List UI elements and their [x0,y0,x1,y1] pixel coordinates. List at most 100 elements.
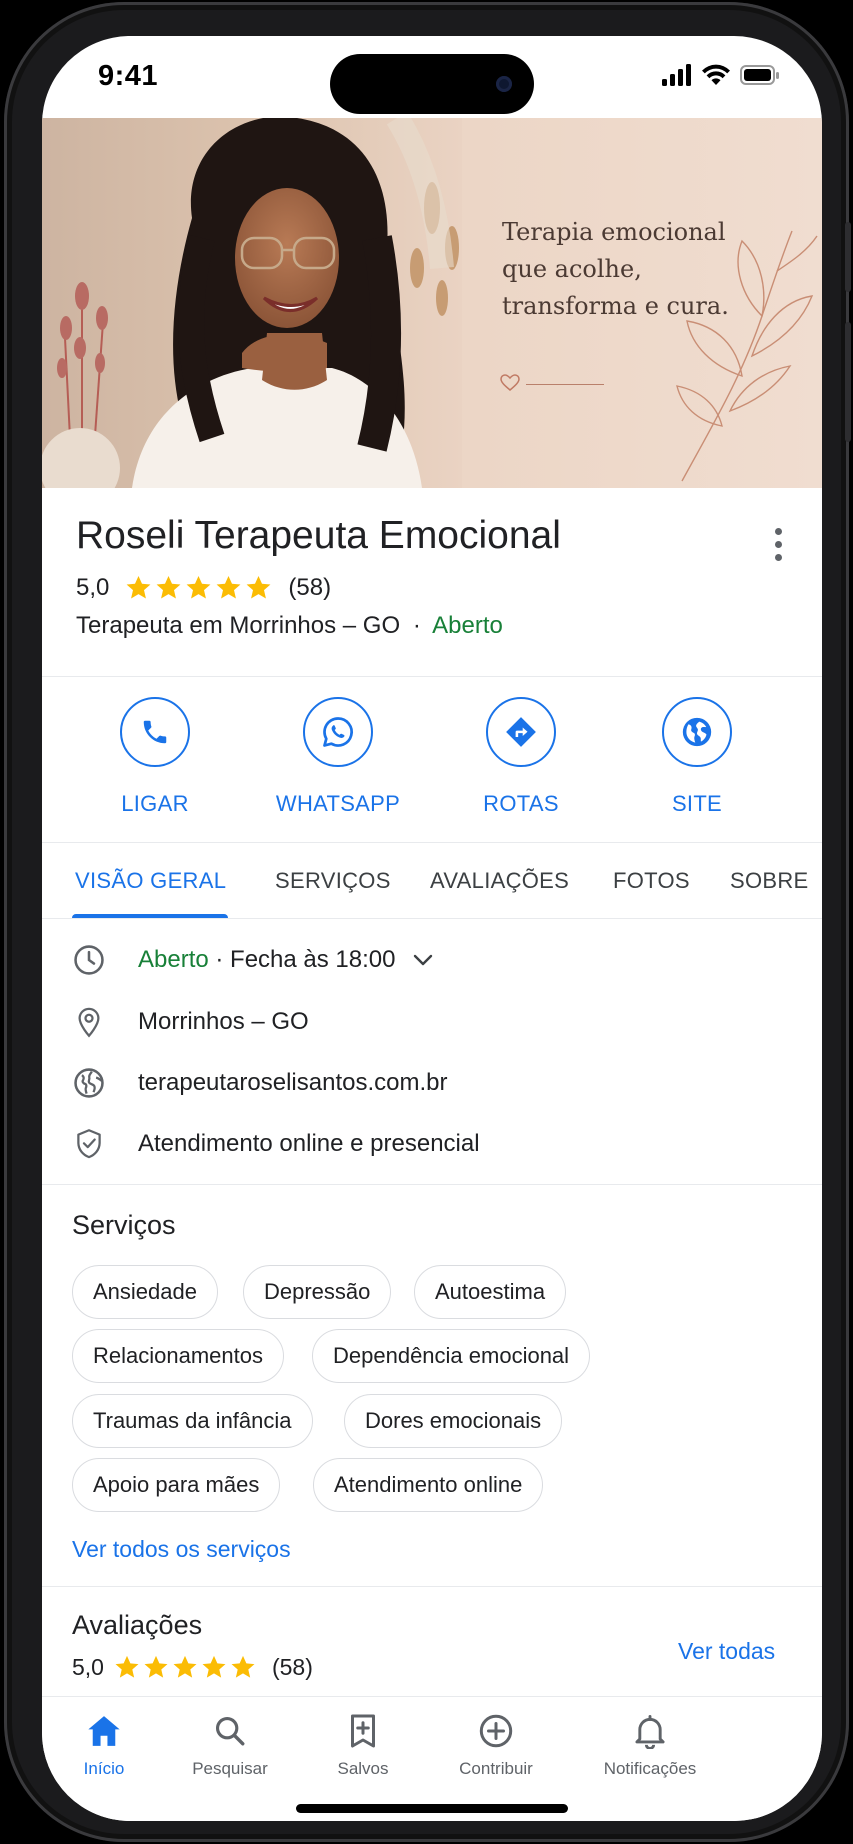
search-icon [215,1716,245,1746]
nav-home-label: Início [83,1759,125,1778]
web-icon [74,1068,104,1098]
business-name: Roseli Terapeuta Emocional [76,514,561,557]
home-icon [88,1716,120,1746]
hours-detail: · Fecha às 18:00 [208,946,396,973]
star-icon [144,1655,168,1678]
star-icon [202,1655,226,1678]
rating-row[interactable]: 5,0 (58) [76,574,331,602]
whatsapp-button[interactable]: WHATSAPP [258,697,418,817]
bookmark-icon [351,1714,375,1748]
star-icon [231,1655,255,1678]
nav-search-label: Pesquisar [192,1759,268,1778]
service-chip[interactable]: Ansiedade [72,1265,218,1319]
star-rating [125,575,272,601]
service-chip[interactable]: Apoio para mães [72,1458,281,1512]
bell-icon [635,1715,665,1749]
nav-home[interactable]: Início [42,1709,174,1779]
service-chip[interactable]: Depressão [243,1265,392,1319]
star-icon [186,575,211,599]
verified-shield-icon [77,1129,101,1159]
service-chip[interactable]: Dores emocionais [344,1394,563,1448]
website-circle [662,697,732,767]
action-buttons: LIGAR WHATSAPP ROTAS SITE [42,677,822,842]
service-chip[interactable]: Traumas da infância [72,1394,313,1448]
nav-notifications[interactable]: Notificações [580,1709,720,1779]
star-icon [126,575,151,599]
nav-contribute[interactable]: Contribuir [426,1709,566,1779]
hours-row[interactable]: Aberto · Fecha às 18:00 [72,940,792,980]
call-label: LIGAR [121,791,189,816]
location-text: Morrinhos – GO [138,1008,309,1035]
tab-overview[interactable]: VISÃO GERAL [75,868,226,894]
location-pin-icon [78,1007,100,1038]
location-row[interactable]: Morrinhos – GO [72,1002,792,1042]
whatsapp-icon [323,717,353,747]
directions-label: ROTAS [483,791,559,816]
reviews-star-rating [114,1655,256,1680]
dynamic-island [330,54,534,114]
service-mode-row: Atendimento online e presencial [72,1124,792,1164]
chevron-down-icon[interactable] [412,953,434,967]
category-row: Terapeuta em Morrinhos – GO · Aberto [76,612,503,640]
wifi-icon [702,64,730,85]
camera-icon [496,76,512,92]
see-all-services-link[interactable]: Ver todos os serviços [72,1536,291,1563]
status-bar: 9:41 [42,36,822,116]
bottom-navigation: Início Pesquisar Salvos Contribuir Notif… [42,1696,822,1821]
service-chip[interactable]: Dependência emocional [312,1329,591,1383]
services-title: Serviços [72,1210,176,1240]
hero-banner: Terapia emocional que acolhe, transforma… [42,118,822,488]
divider [42,1184,822,1185]
service-chip[interactable]: Relacionamentos [72,1329,284,1383]
tab-bar: VISÃO GERAL SERVIÇOS AVALIAÇÕES FOTOS SO… [42,844,822,918]
reviews-rating-value: 5,0 [72,1654,104,1680]
tab-photos[interactable]: FOTOS [613,868,690,894]
divider [42,918,822,919]
star-icon [216,575,241,599]
nav-notifications-label: Notificações [603,1759,697,1778]
directions-icon [506,717,536,747]
star-icon [115,1655,139,1678]
divider [42,842,822,843]
side-button [845,222,851,292]
review-count: (58) [288,574,332,601]
leaf-drawing [676,230,818,482]
hours-status: Aberto [138,946,209,973]
nav-search[interactable]: Pesquisar [160,1709,300,1779]
screen: 9:41 Terapia emocional que acolhe, trans… [42,36,822,1821]
call-button[interactable]: LIGAR [75,697,235,817]
website-row[interactable]: terapeutaroselisantos.com.br [72,1063,792,1103]
star-icon [156,575,181,599]
battery-icon [740,65,779,85]
business-category: Terapeuta em Morrinhos – GO [76,612,401,639]
home-indicator[interactable] [296,1804,568,1813]
tab-about[interactable]: SOBRE [730,868,809,894]
website-button[interactable]: SITE [617,697,777,817]
reviews-title: Avaliações [72,1610,203,1640]
status-time: 9:41 [98,60,159,92]
add-circle-icon [479,1714,513,1748]
nav-saved[interactable]: Salvos [293,1709,433,1779]
directions-button[interactable]: ROTAS [441,697,601,817]
service-chip[interactable]: Autoestima [414,1265,567,1319]
more-options-icon[interactable] [774,528,784,562]
see-all-reviews-link[interactable]: Ver todas [678,1638,775,1665]
tab-reviews[interactable]: AVALIAÇÕES [430,868,569,894]
open-status: Aberto [432,612,503,639]
clock-icon [74,945,104,975]
website-link[interactable]: terapeutaroselisantos.com.br [138,1069,448,1097]
rating-value: 5,0 [76,574,110,601]
service-chip[interactable]: Atendimento online [313,1458,544,1512]
separator: · [412,612,421,639]
signal-icon [662,64,691,86]
reviews-rating-row: 5,0 (58) [72,1654,313,1681]
whatsapp-circle [303,697,373,767]
star-icon [173,1655,197,1678]
business-header: Roseli Terapeuta Emocional 5,0 (58) Tera… [42,488,822,676]
reviews-count: (58) [271,1654,313,1680]
heart-icon [500,374,520,391]
phone-frame: 9:41 Terapia emocional que acolhe, trans… [4,2,851,1842]
star-icon [246,575,271,599]
whatsapp-label: WHATSAPP [275,791,401,816]
tab-services[interactable]: SERVIÇOS [275,868,391,894]
